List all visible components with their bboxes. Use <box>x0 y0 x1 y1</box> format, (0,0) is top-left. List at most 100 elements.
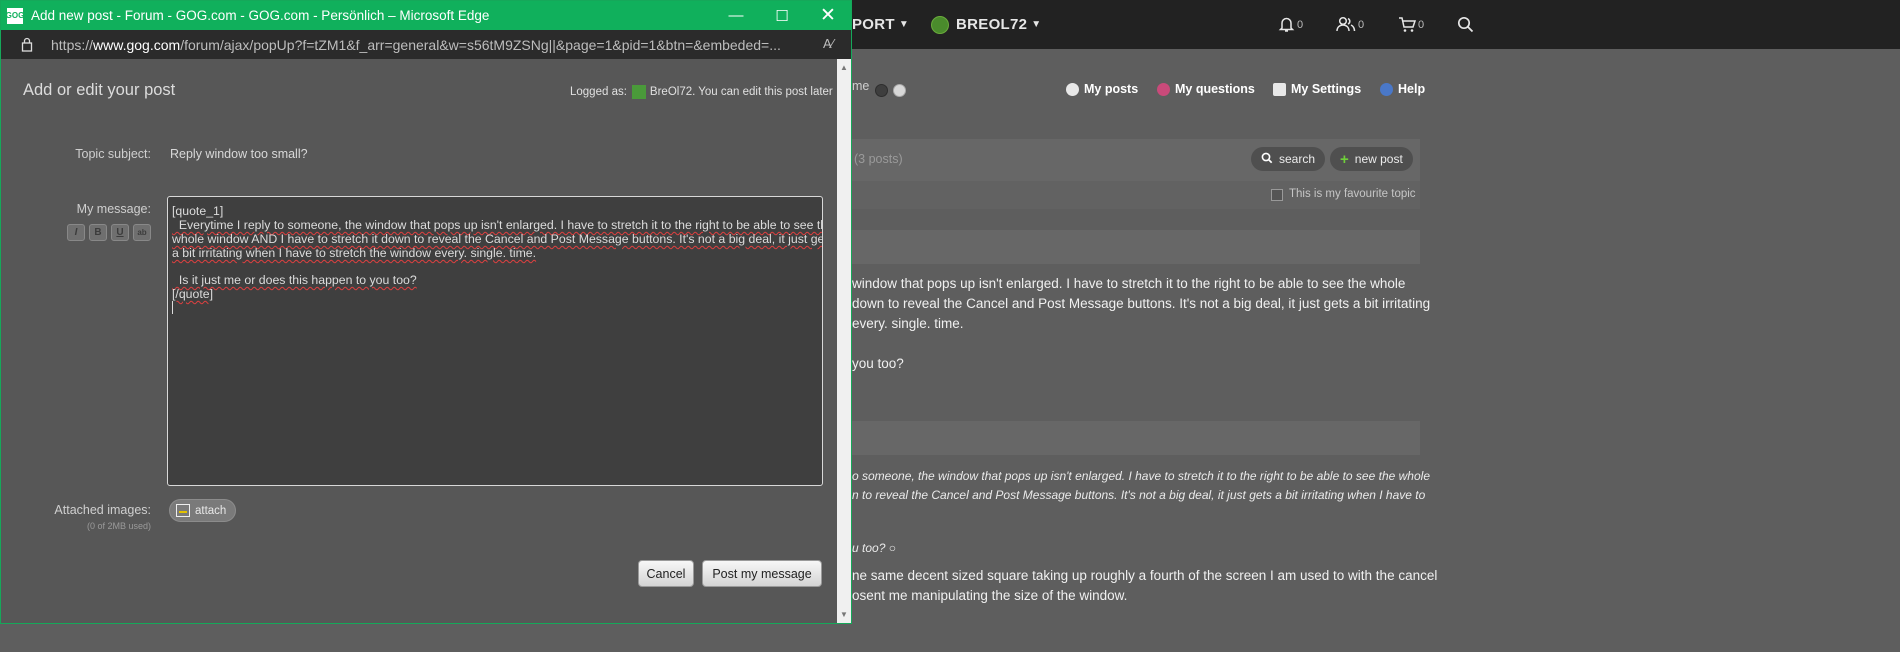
url-path: /forum/ajax/popUp?f=tZM1&f_arr=general&w… <box>180 36 781 53</box>
bold-button[interactable]: B <box>89 224 107 241</box>
vertical-scrollbar[interactable]: ▲ ▼ <box>837 59 851 623</box>
my-posts-label: My posts <box>1084 82 1139 96</box>
lock-icon <box>21 37 33 57</box>
chevron-down-icon: ▼ <box>1031 19 1042 30</box>
avatar <box>931 15 949 34</box>
logged-user-name[interactable]: BreOl72 <box>650 86 692 98</box>
questions-icon <box>1157 82 1170 96</box>
url-text[interactable]: https://www.gog.com/forum/ajax/popUp?f=t… <box>51 37 811 53</box>
new-post-button[interactable]: + new post <box>1330 147 1413 171</box>
theme-label: me <box>852 79 870 93</box>
post1-line: down to reveal the Cancel and Post Messa… <box>852 296 1431 311</box>
attach-button[interactable]: attach <box>169 499 237 522</box>
attach-image-icon <box>176 504 190 517</box>
message-line: [quote_1] <box>172 204 224 218</box>
link-button[interactable]: ab <box>133 224 151 241</box>
post-message-button[interactable]: Post my message <box>702 560 822 587</box>
url-domain: www.gog.com <box>93 36 181 53</box>
window-title-bar[interactable]: GOG Add new post - Forum - GOG.com - GOG… <box>1 1 851 30</box>
friends-icon <box>1336 16 1356 33</box>
search-icon <box>1457 16 1474 33</box>
page-title: Add or edit your post <box>23 81 176 99</box>
scroll-up-arrow-icon[interactable]: ▲ <box>840 63 848 72</box>
search-icon <box>1261 152 1273 167</box>
underline-button[interactable]: U <box>111 224 129 241</box>
user-avatar-icon <box>631 85 646 99</box>
message-label: My message: <box>76 202 151 216</box>
cart-button[interactable]: 0 <box>1398 0 1424 49</box>
my-posts-link[interactable]: My posts <box>1066 82 1138 96</box>
post2-line: osent me manipulating the size of the wi… <box>852 588 1128 603</box>
favourite-label: This is my favourite topic <box>1289 188 1416 200</box>
logged-note: . You can edit this post later <box>692 86 833 98</box>
chevron-down-icon: ▼ <box>898 19 910 30</box>
close-button[interactable]: ✕ <box>805 1 851 30</box>
post1-line: every. single. time. <box>852 316 964 331</box>
friends-button[interactable]: 0 <box>1336 0 1364 49</box>
new-post-button-label: new post <box>1354 152 1403 166</box>
read-aloud-icon[interactable]: A∕ <box>823 36 834 51</box>
my-settings-link[interactable]: My Settings <box>1273 82 1361 96</box>
friends-count: 0 <box>1358 18 1365 31</box>
search-button-label: search <box>1279 152 1316 166</box>
message-textarea[interactable]: [quote_1] Everytime I reply to someone, … <box>167 196 823 486</box>
site-search-button[interactable] <box>1457 0 1474 49</box>
notifications-count: 0 <box>1297 18 1304 31</box>
posts-icon <box>1066 82 1079 96</box>
user-menu[interactable]: BREOL72 ▼ <box>931 0 1042 49</box>
italic-button[interactable]: I <box>67 224 85 241</box>
topic-subject-value[interactable]: Reply window too small? <box>170 147 308 161</box>
topic-subject-label: Topic subject: <box>75 147 151 161</box>
cart-icon <box>1398 16 1416 33</box>
post2-quote-line: o someone, the window that pops up isn't… <box>852 469 1430 483</box>
support-menu-label: PORT <box>852 16 895 33</box>
message-line: Everytime I reply to someone, the window… <box>172 218 823 232</box>
theme-light-toggle[interactable] <box>893 84 906 97</box>
message-line: Is it just me or does this happen to you… <box>172 273 417 287</box>
post1-header <box>852 230 1420 264</box>
attached-usage: (0 of 2MB used) <box>86 521 151 531</box>
support-menu[interactable]: PORT ▼ <box>852 0 909 49</box>
quote-link-icon[interactable]: ○ <box>889 541 896 555</box>
help-icon <box>1380 82 1393 96</box>
post1-line: window that pops up isn't enlarged. I ha… <box>852 276 1406 291</box>
message-line: whole window AND I have to stretch it do… <box>172 232 823 246</box>
help-label: Help <box>1398 82 1426 96</box>
url-prefix: https:// <box>51 36 94 53</box>
scroll-down-arrow-icon[interactable]: ▼ <box>840 610 848 619</box>
gog-app-icon: GOG <box>6 7 24 24</box>
theme-dark-toggle[interactable] <box>875 84 888 97</box>
message-line: [/quote] <box>172 287 214 301</box>
settings-icon <box>1273 82 1286 96</box>
post2-line: ne same decent sized square taking up ro… <box>852 568 1438 583</box>
plus-icon: + <box>1340 150 1349 168</box>
minimize-button[interactable]: — <box>713 1 759 30</box>
window-title: Add new post - Forum - GOG.com - GOG.com… <box>31 8 490 23</box>
attach-button-label: attach <box>195 504 227 517</box>
logged-as-label: Logged as: <box>570 86 627 98</box>
cancel-button[interactable]: Cancel <box>638 560 694 587</box>
my-settings-label: My Settings <box>1291 82 1362 96</box>
maximize-button[interactable]: ☐ <box>759 1 805 30</box>
attached-images-label: Attached images: <box>54 503 151 517</box>
notifications-button[interactable]: 0 <box>1278 0 1303 49</box>
text-caret <box>172 301 173 314</box>
post2-quote-line: u too? ○ <box>852 539 896 558</box>
quote-end-text: u too? <box>852 541 886 555</box>
bell-icon <box>1278 16 1295 33</box>
search-button[interactable]: search <box>1251 147 1326 171</box>
user-menu-label: BREOL72 <box>956 16 1028 33</box>
post2-quote-line: n to reveal the Cancel and Post Message … <box>852 488 1426 502</box>
post1-line: you too? <box>852 356 904 371</box>
post2-header <box>852 421 1420 455</box>
my-questions-label: My questions <box>1175 82 1255 96</box>
edge-popup-window: GOG Add new post - Forum - GOG.com - GOG… <box>0 0 852 624</box>
favourite-bar: This is my favourite topic <box>852 181 1420 209</box>
logged-as-info: Logged as: BreOl72 . You can edit this p… <box>570 85 833 99</box>
address-bar[interactable]: https://www.gog.com/forum/ajax/popUp?f=t… <box>1 30 851 59</box>
help-link[interactable]: Help <box>1380 82 1425 96</box>
topic-post-count: (3 posts) <box>854 152 903 166</box>
favourite-checkbox[interactable] <box>1271 189 1283 201</box>
my-questions-link[interactable]: My questions <box>1157 82 1255 96</box>
